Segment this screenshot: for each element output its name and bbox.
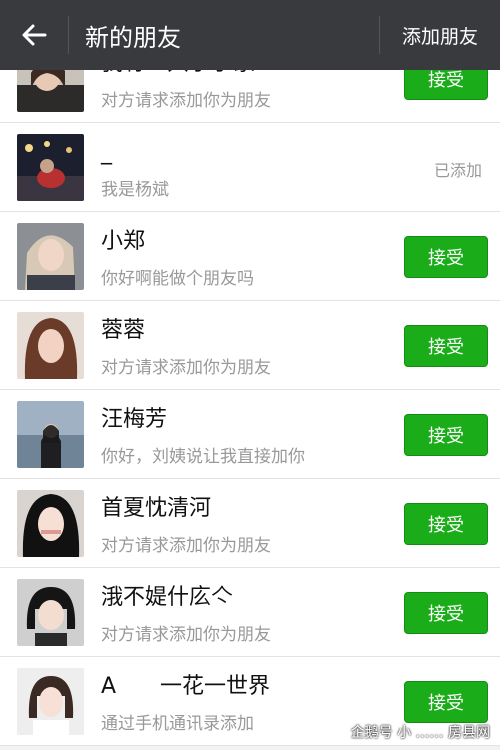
- friend-message: 我是杨斌: [101, 180, 169, 200]
- friend-request-row[interactable]: 汪梅芳 你好，刘姨说让我直接加你 接受: [0, 390, 500, 479]
- friend-name: 汪梅芳: [101, 407, 168, 432]
- friend-name: 我有一只小手家: [101, 70, 380, 78]
- watermark: 企鹅号 小 …… 房县网: [350, 725, 490, 741]
- header-divider: [68, 16, 69, 54]
- arrow-left-icon: [22, 24, 47, 46]
- avatar: [17, 70, 84, 112]
- avatar: [17, 223, 84, 290]
- friend-request-row[interactable]: 首夏忱清河 对方请求添加你为朋友 接受: [0, 479, 500, 568]
- friend-message: 通过手机通讯录添加: [101, 714, 254, 734]
- friend-name: 小郑: [101, 229, 146, 254]
- accept-button[interactable]: 接受: [404, 503, 488, 545]
- friend-name: 首夏忱清河: [101, 496, 212, 521]
- friend-name: _: [101, 140, 112, 165]
- friend-name: A 一花一世界: [101, 674, 271, 699]
- friend-request-list: 我有一只小手家 对方请求添加你为朋友 接受 _ 我是杨斌: [0, 70, 500, 750]
- avatar: [17, 668, 84, 735]
- top-bar: 新的朋友 添加朋友: [0, 0, 500, 70]
- friend-request-row[interactable]: 蓉蓉 对方请求添加你为朋友 接受: [0, 301, 500, 390]
- avatar: [17, 312, 84, 379]
- avatar: [17, 134, 84, 201]
- friend-message: 对方请求添加你为朋友: [101, 91, 271, 111]
- header-divider: [378, 16, 380, 54]
- friend-request-row[interactable]: 小郑 你好啊能做个朋友吗 接受: [0, 212, 500, 301]
- back-button[interactable]: [0, 0, 68, 70]
- accept-button[interactable]: 接受: [404, 592, 488, 634]
- friend-request-row[interactable]: _ 我是杨斌 已添加: [0, 123, 500, 212]
- add-friend-button[interactable]: 添加朋友: [402, 22, 478, 49]
- accept-button[interactable]: 接受: [404, 236, 488, 278]
- avatar: [17, 579, 84, 646]
- friend-message: 你好啊能做个朋友吗: [101, 269, 254, 289]
- friend-name: 涐不媞什庅亽: [101, 585, 234, 610]
- page-title: 新的朋友: [85, 23, 181, 52]
- friend-request-row[interactable]: 我有一只小手家 对方请求添加你为朋友 接受: [0, 70, 500, 123]
- added-status: 已添加: [433, 161, 482, 180]
- friend-message: 对方请求添加你为朋友: [101, 625, 271, 645]
- friend-name: 蓉蓉: [101, 318, 146, 343]
- accept-button[interactable]: 接受: [404, 325, 488, 367]
- friend-message: 你好，刘姨说让我直接加你: [101, 447, 305, 467]
- avatar: [17, 401, 84, 468]
- avatar: [17, 490, 84, 557]
- friend-message: 对方请求添加你为朋友: [101, 536, 271, 556]
- accept-button[interactable]: 接受: [404, 70, 488, 100]
- accept-button[interactable]: 接受: [404, 681, 488, 723]
- friend-request-row[interactable]: 涐不媞什庅亽 对方请求添加你为朋友 接受: [0, 568, 500, 657]
- accept-button[interactable]: 接受: [404, 414, 488, 456]
- friend-message: 对方请求添加你为朋友: [101, 358, 271, 378]
